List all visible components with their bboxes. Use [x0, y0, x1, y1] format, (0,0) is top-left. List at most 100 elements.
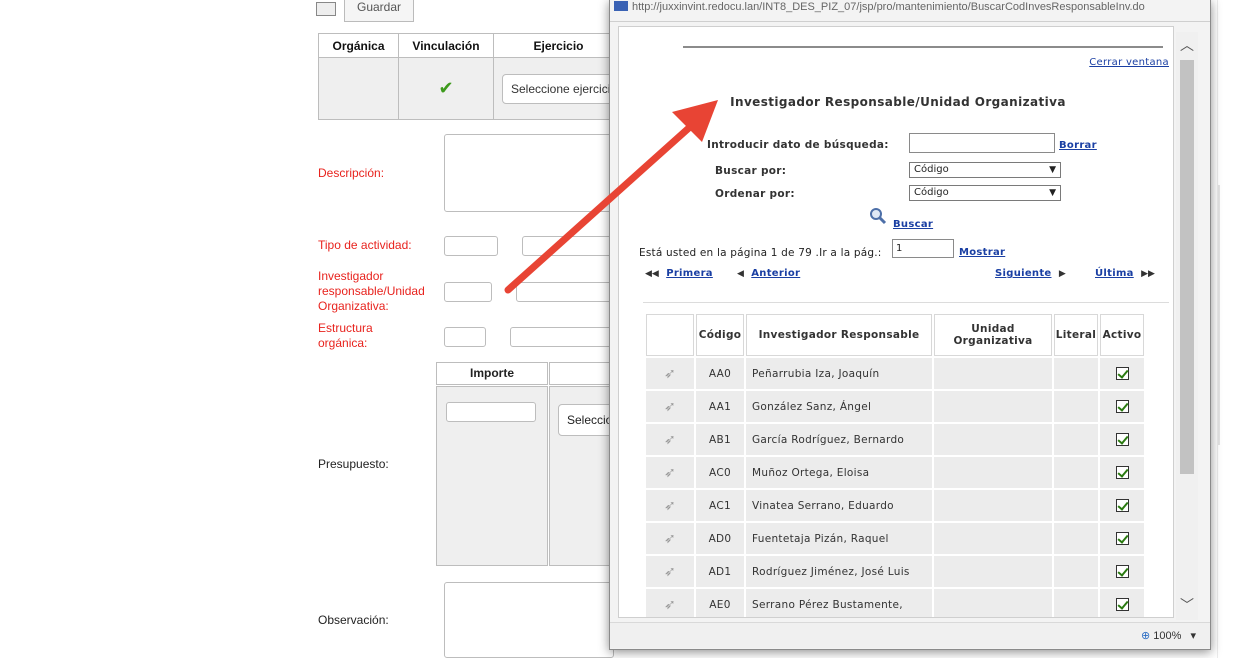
table-row[interactable]: ➶ AA1 González Sanz, Ángel — [646, 391, 1144, 422]
select-arrow-icon[interactable]: ➶ — [646, 391, 694, 422]
row-literal — [1054, 457, 1098, 488]
row-activo — [1100, 490, 1144, 521]
nav-first[interactable]: ◀◀ Primera — [645, 267, 713, 279]
order-by-select[interactable]: Código ▼ — [909, 185, 1061, 201]
label-presupuesto: Presupuesto: — [318, 457, 389, 471]
label-estructura-2: orgánica: — [318, 336, 368, 350]
ejercicio-select[interactable]: Seleccione ejercicio — [502, 73, 622, 104]
lookup-popup-window: http://juxxinvint.redocu.lan/INT8_DES_PI… — [609, 0, 1211, 650]
table-row[interactable]: ➶ AC1 Vinatea Serrano, Eduardo — [646, 490, 1144, 521]
col-select — [646, 314, 694, 356]
table-row[interactable]: ➶ AB1 García Rodríguez, Bernardo — [646, 424, 1144, 455]
scroll-down-icon[interactable]: ﹀ — [1176, 598, 1198, 612]
page-input[interactable]: 1 — [892, 239, 954, 258]
table-row[interactable]: ➶ AA0 Peñarrubia Iza, Joaquín — [646, 358, 1144, 389]
nav-next[interactable]: Siguiente ▶ — [995, 267, 1066, 279]
checkbox-checked-icon — [1115, 565, 1129, 578]
checkbox-checked-icon — [1115, 400, 1129, 413]
row-code: AC1 — [696, 490, 744, 521]
popup-scrollbar[interactable]: ︿ ﹀ — [1176, 32, 1198, 620]
save-icon[interactable] — [316, 2, 336, 16]
checkbox-checked-icon — [1115, 466, 1129, 479]
first-page-link[interactable]: Primera — [666, 268, 713, 279]
row-activo — [1100, 424, 1144, 455]
checkbox-checked-icon — [1115, 367, 1129, 380]
search-link[interactable]: Buscar — [893, 219, 933, 230]
col-literal: Literal — [1054, 314, 1098, 356]
select-arrow-icon[interactable]: ➶ — [646, 424, 694, 455]
row-unidad — [934, 358, 1052, 389]
scroll-up-icon[interactable]: ︿ — [1176, 38, 1198, 52]
select-arrow-icon[interactable]: ➶ — [646, 556, 694, 587]
col-organica: Orgánica — [318, 33, 399, 58]
row-activo — [1100, 523, 1144, 554]
col-investigador: Investigador Responsable — [746, 314, 932, 356]
tipo-actividad-desc-input[interactable] — [522, 236, 614, 256]
nav-prev[interactable]: ◀ Anterior — [737, 267, 800, 279]
col-unidad: Unidad Organizativa — [934, 314, 1052, 356]
order-by-value: Código — [914, 187, 949, 198]
label-investigador-2: responsable/Unidad — [318, 284, 425, 298]
show-link[interactable]: Mostrar — [959, 247, 1005, 258]
prev-page-link[interactable]: Anterior — [751, 268, 800, 279]
col-vinculacion: Vinculación — [398, 33, 494, 58]
select-arrow-icon[interactable]: ➶ — [646, 589, 694, 617]
parent-toolbar: Guardar — [312, 0, 612, 24]
last-page-link[interactable]: Última — [1095, 268, 1134, 279]
row-literal — [1054, 589, 1098, 617]
search-by-select[interactable]: Código ▼ — [909, 162, 1061, 178]
label-tipo-actividad: Tipo de actividad: — [318, 238, 412, 252]
table-row[interactable]: ➶ AC0 Muñoz Ortega, Eloisa — [646, 457, 1144, 488]
estructura-code-input[interactable] — [444, 327, 486, 347]
row-activo — [1100, 391, 1144, 422]
magnifier-icon[interactable] — [869, 207, 887, 225]
importe-input[interactable] — [446, 402, 536, 422]
descripcion-textarea[interactable] — [444, 134, 614, 212]
search-by-label: Buscar por: — [715, 165, 787, 177]
search-input[interactable] — [909, 133, 1055, 153]
select-arrow-icon[interactable]: ➶ — [646, 523, 694, 554]
tipo-actividad-code-input[interactable] — [444, 236, 498, 256]
checkbox-checked-icon — [1115, 598, 1129, 611]
table-row[interactable]: ➶ AD0 Fuentetaja Pizán, Raquel — [646, 523, 1144, 554]
row-literal — [1054, 490, 1098, 521]
chevron-down-icon: ▼ — [1049, 165, 1056, 175]
row-activo — [1100, 556, 1144, 587]
investigador-desc-input[interactable] — [516, 282, 614, 302]
row-code: AB1 — [696, 424, 744, 455]
nav-last[interactable]: Última ▶▶ — [1095, 267, 1155, 279]
row-investigador: González Sanz, Ángel — [746, 391, 932, 422]
search-by-value: Código — [914, 164, 949, 175]
close-window-link[interactable]: Cerrar ventana — [1089, 57, 1169, 68]
zoom-dropdown-icon[interactable]: ▾ — [1190, 630, 1196, 642]
col-codigo: Código — [696, 314, 744, 356]
next-page-link[interactable]: Siguiente — [995, 268, 1052, 279]
row-investigador: Fuentetaja Pizán, Raquel — [746, 523, 932, 554]
row-literal — [1054, 556, 1098, 587]
table-row[interactable]: ➶ AD1 Rodríguez Jiménez, José Luis — [646, 556, 1144, 587]
row-literal — [1054, 391, 1098, 422]
clear-link[interactable]: Borrar — [1059, 140, 1097, 151]
popup-title: Investigador Responsable/Unidad Organiza… — [730, 95, 1066, 109]
prev-page-icon: ◀ — [737, 269, 744, 279]
row-code: AA0 — [696, 358, 744, 389]
row-investigador: García Rodríguez, Bernardo — [746, 424, 932, 455]
header-divider — [683, 46, 1163, 48]
select-arrow-icon[interactable]: ➶ — [646, 457, 694, 488]
table-row[interactable]: ➶ AE0 Serrano Pérez Bustamente, — [646, 589, 1144, 617]
select-arrow-icon[interactable]: ➶ — [646, 490, 694, 521]
row-code: AC0 — [696, 457, 744, 488]
save-button[interactable]: Guardar — [344, 0, 414, 22]
zoom-control[interactable]: ⊕ 100% ▾ — [1141, 629, 1196, 642]
zoom-icon: ⊕ — [1140, 630, 1151, 642]
checkmark-icon: ✔ — [438, 78, 454, 98]
vinculacion-cell: ✔ — [398, 57, 494, 120]
investigador-code-input[interactable] — [444, 282, 492, 302]
label-observacion: Observación: — [318, 613, 389, 627]
overview-table: Orgánica Vinculación Ejercicio ✔ Selecci… — [318, 33, 624, 120]
estructura-desc-input[interactable] — [510, 327, 614, 347]
observacion-textarea[interactable] — [444, 582, 614, 658]
select-arrow-icon[interactable]: ➶ — [646, 358, 694, 389]
scrollbar-thumb[interactable] — [1180, 60, 1194, 474]
search-label: Introducir dato de búsqueda: — [707, 139, 889, 151]
